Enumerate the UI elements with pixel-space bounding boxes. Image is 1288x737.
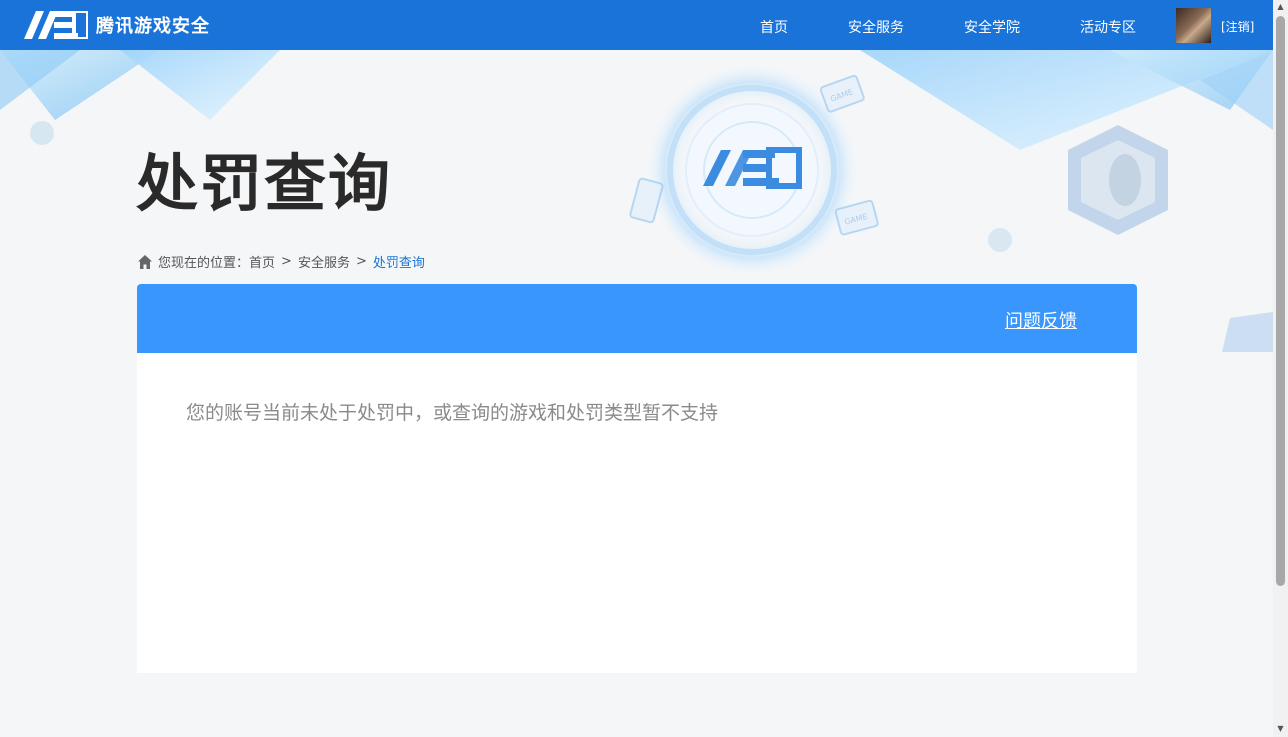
breadcrumb-item-security-service[interactable]: 安全服务	[298, 252, 350, 271]
home-icon	[138, 254, 152, 269]
nav-item-security-service[interactable]: 安全服务	[848, 17, 904, 37]
breadcrumb-prefix: 您现在的位置：	[158, 256, 250, 271]
scroll-up-icon[interactable]: ▲	[1276, 2, 1285, 11]
breadcrumb-item-current: 处罚查询	[372, 256, 425, 271]
brand-logo[interactable]: 腾讯游戏安全	[24, 11, 210, 39]
breadcrumb-separator: >	[281, 254, 292, 269]
user-avatar[interactable]	[1176, 8, 1211, 43]
scroll-down-icon[interactable]: ▼	[1276, 724, 1285, 733]
scrollbar-thumb[interactable]	[1276, 16, 1285, 586]
logout-link[interactable]: [注销]	[1221, 18, 1254, 35]
panel-body: 您的账号当前未处于处罚中，或查询的游戏和处罚类型暂不支持	[137, 353, 1137, 673]
feedback-link[interactable]: 问题反馈	[1005, 307, 1077, 333]
status-message: 您的账号当前未处于处罚中，或查询的游戏和处罚类型暂不支持	[186, 402, 719, 424]
page-scrollbar[interactable]: ▲ ▼	[1273, 0, 1288, 737]
nav-item-events[interactable]: 活动专区	[1080, 17, 1136, 37]
panel-header: 问题反馈	[137, 284, 1137, 353]
page-title: 处罚查询	[136, 147, 393, 220]
breadcrumb-item-home[interactable]: 首页	[249, 252, 275, 271]
brand-name: 腾讯游戏安全	[96, 16, 210, 37]
breadcrumb-separator: >	[355, 254, 367, 269]
nav-item-security-academy[interactable]: 安全学院	[964, 17, 1020, 37]
nav-item-home[interactable]: 首页	[760, 17, 788, 37]
ace-logo-icon	[24, 11, 88, 39]
breadcrumb: 您现在的位置： 首页 > 安全服务 > 处罚查询	[137, 252, 425, 271]
top-navbar: 腾讯游戏安全 首页 安全服务 安全学院 活动专区 [注销]	[0, 0, 1273, 50]
